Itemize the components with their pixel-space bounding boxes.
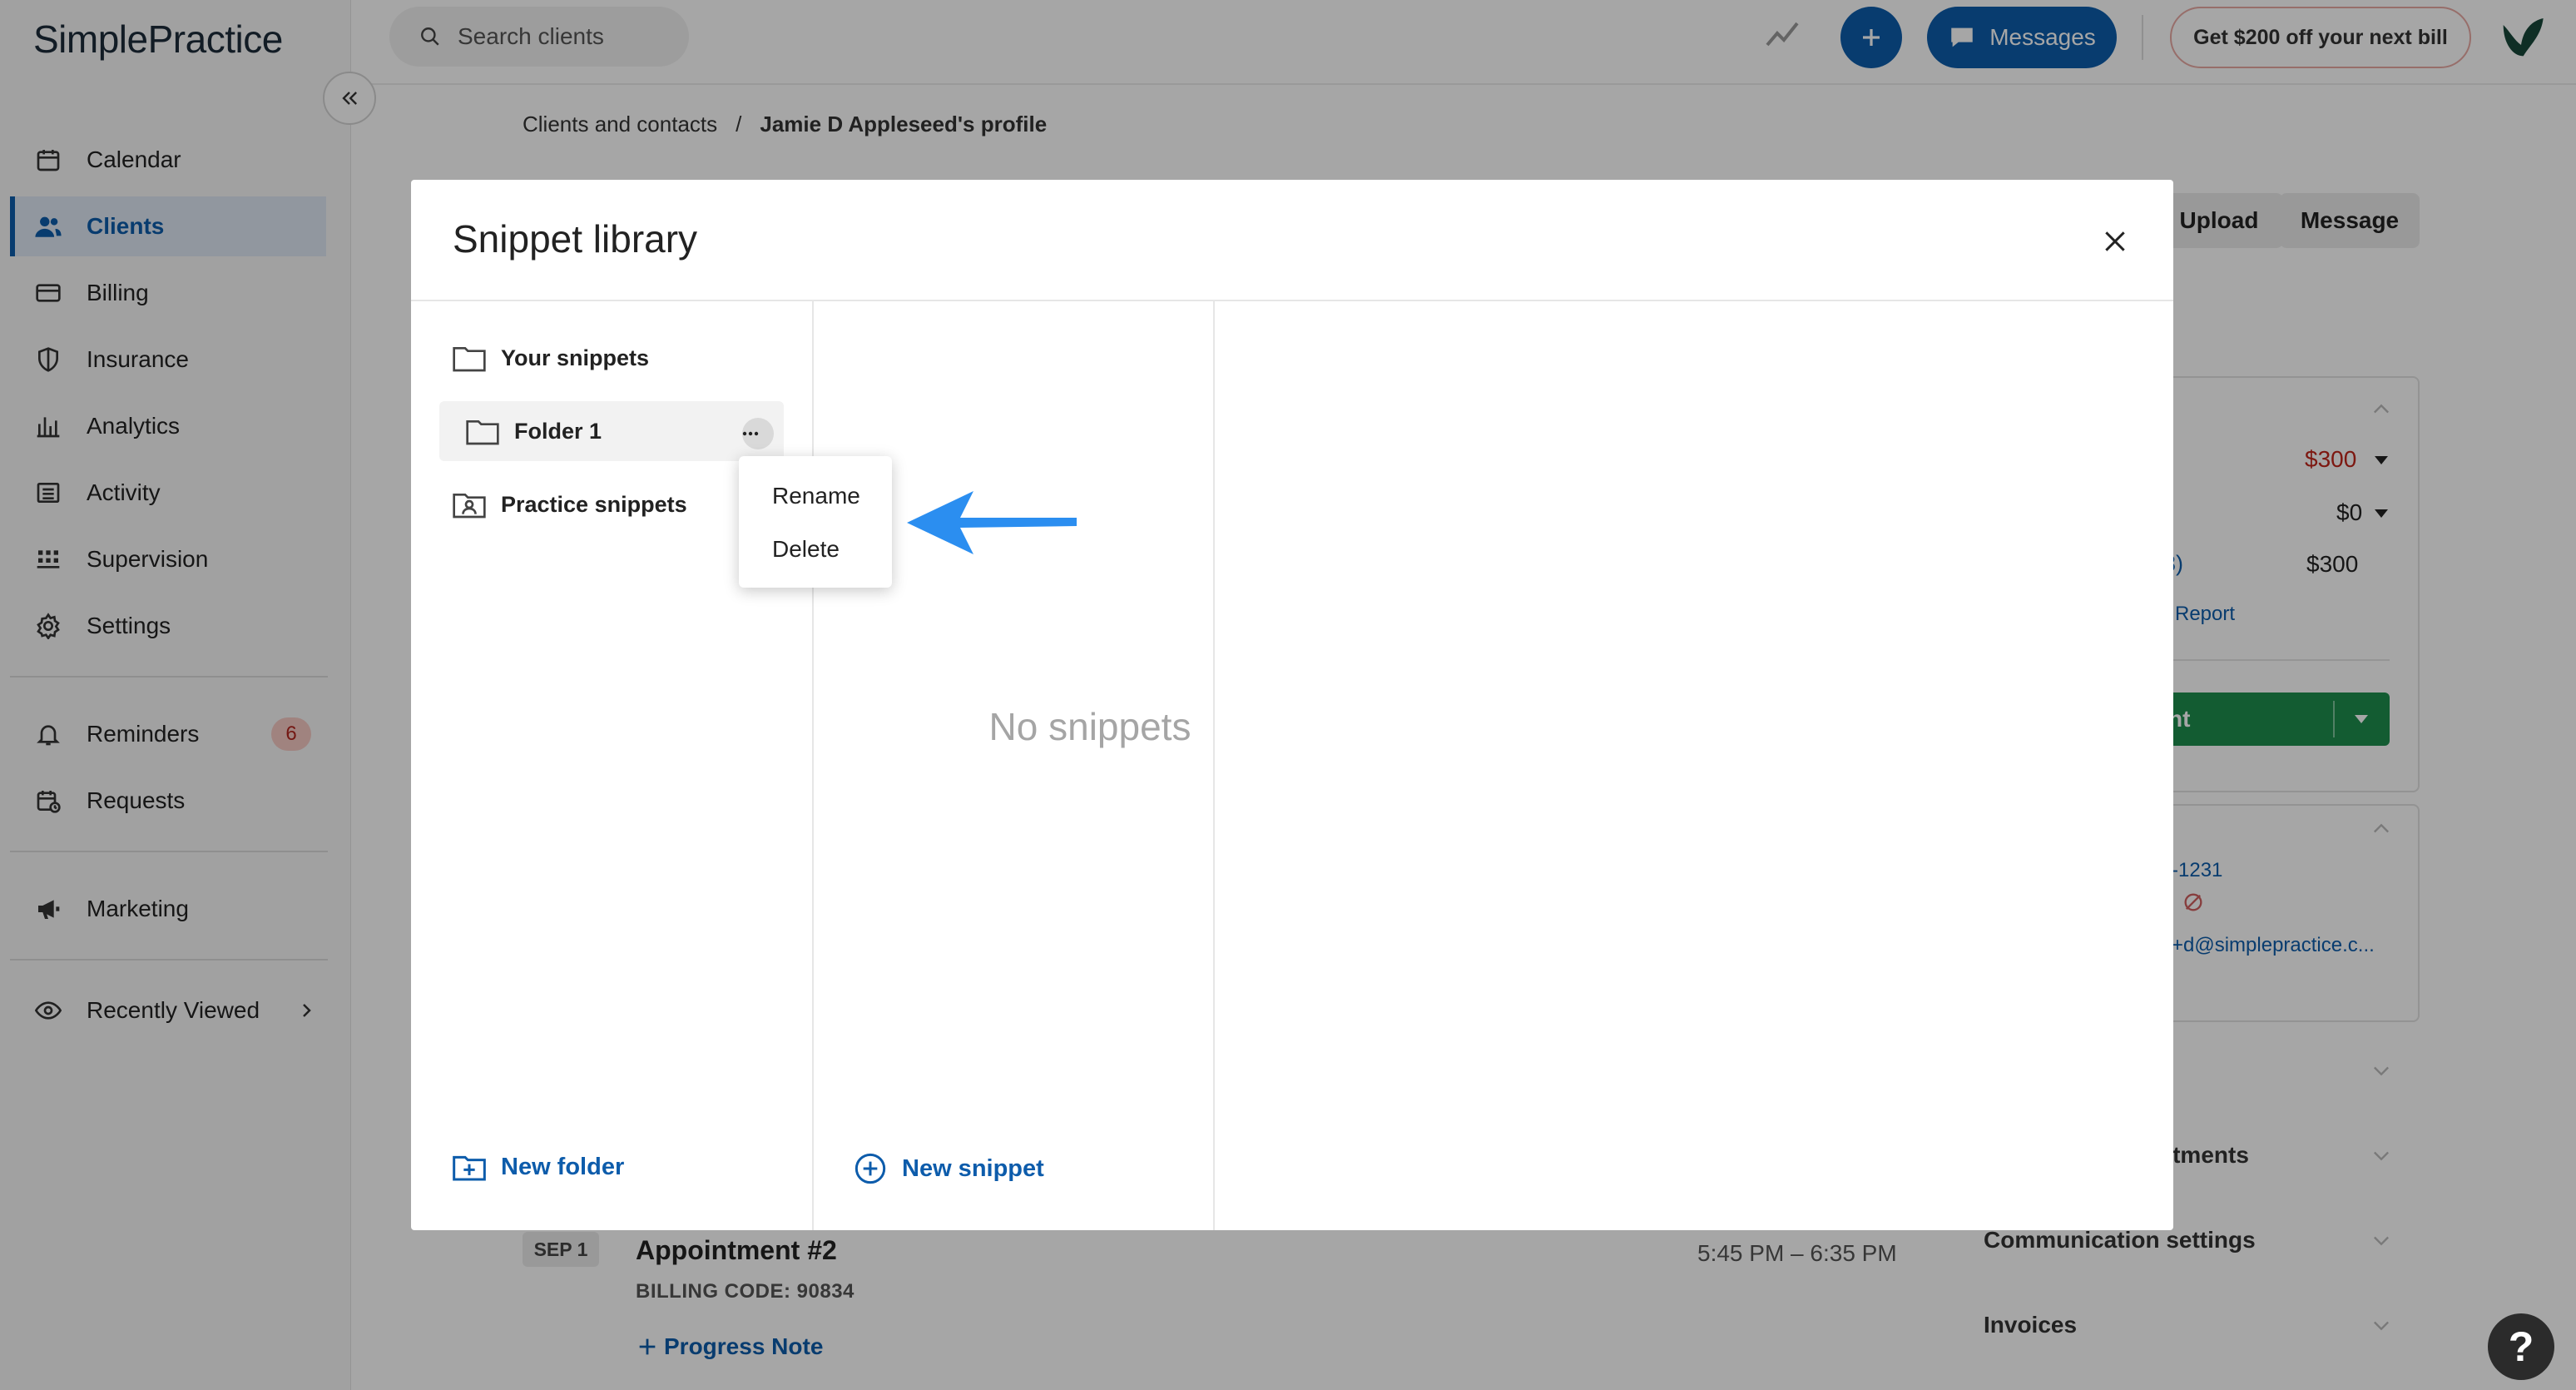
new-snippet-label: New snippet xyxy=(902,1154,1044,1182)
rename-menu-item[interactable]: Rename xyxy=(772,483,860,509)
column-divider xyxy=(812,301,814,1230)
folder-label: Folder 1 xyxy=(514,418,602,444)
modal-header-divider xyxy=(411,300,2173,301)
folder-label: Practice snippets xyxy=(501,491,687,517)
help-button[interactable]: ? xyxy=(2488,1313,2554,1380)
new-snippet-button[interactable]: New snippet xyxy=(854,1152,1044,1185)
empty-snippets-message: No snippets xyxy=(988,705,1191,748)
folder-plus-icon xyxy=(453,1152,501,1182)
column-divider xyxy=(1213,301,1215,1230)
folder-1-item[interactable]: Folder 1 xyxy=(439,401,784,461)
modal-title: Snippet library xyxy=(453,217,698,261)
snippet-library-modal: Snippet library Your snippets Folder 1 P… xyxy=(411,180,2173,1230)
plus-circle-icon xyxy=(854,1152,902,1185)
close-modal-button[interactable] xyxy=(2098,225,2132,258)
folder-label: Your snippets xyxy=(501,345,650,370)
new-folder-label: New folder xyxy=(501,1153,625,1180)
more-horizontal-icon xyxy=(741,430,775,437)
your-snippets-folder[interactable]: Your snippets xyxy=(453,328,649,388)
shared-folder-icon xyxy=(453,490,501,519)
folder-icon xyxy=(453,344,501,372)
practice-snippets-folder[interactable]: Practice snippets xyxy=(453,474,687,534)
folder-context-menu: Rename Delete xyxy=(739,456,892,588)
close-icon xyxy=(2102,228,2128,255)
folder-options-button[interactable] xyxy=(742,418,774,449)
delete-menu-item[interactable]: Delete xyxy=(772,536,840,563)
new-folder-button[interactable]: New folder xyxy=(453,1152,624,1182)
annotation-arrow-icon xyxy=(905,489,1080,556)
folder-icon xyxy=(466,417,514,445)
